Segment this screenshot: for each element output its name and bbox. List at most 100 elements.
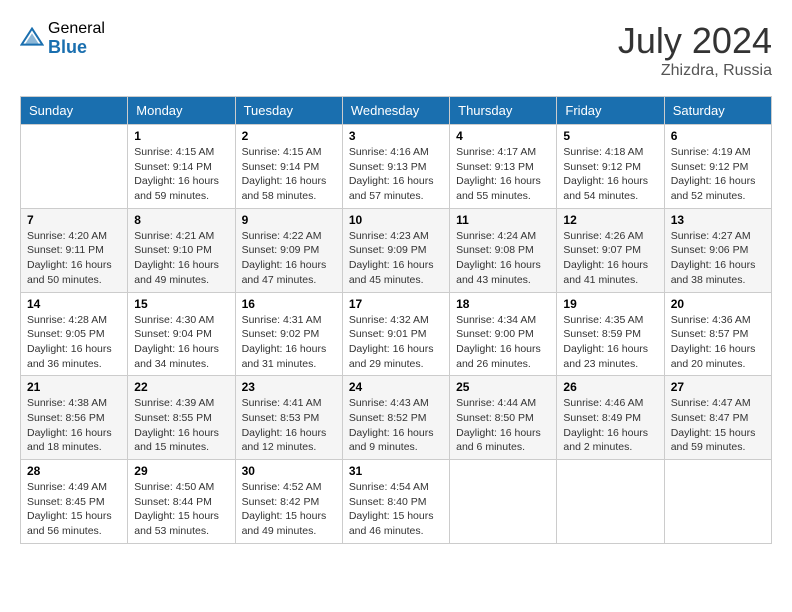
weekday-header: Friday — [557, 97, 664, 125]
calendar-cell: 23 Sunrise: 4:41 AMSunset: 8:53 PMDayligh… — [235, 376, 342, 460]
day-number: 6 — [671, 129, 765, 143]
calendar-cell: 25 Sunrise: 4:44 AMSunset: 8:50 PMDayligh… — [450, 376, 557, 460]
day-info: Sunrise: 4:26 AMSunset: 9:07 PMDaylight:… — [563, 229, 657, 288]
day-info: Sunrise: 4:46 AMSunset: 8:49 PMDaylight:… — [563, 396, 657, 455]
day-info: Sunrise: 4:19 AMSunset: 9:12 PMDaylight:… — [671, 145, 765, 204]
calendar-table: SundayMondayTuesdayWednesdayThursdayFrid… — [20, 96, 772, 544]
calendar-week-row: 7Sunrise: 4:20 AMSunset: 9:11 PMDaylight… — [21, 208, 772, 292]
day-number: 28 — [27, 464, 121, 478]
day-number: 7 — [27, 213, 121, 227]
calendar-week-row: 14 Sunrise: 4:28 AMSunset: 9:05 PMDayligh… — [21, 292, 772, 376]
calendar-cell: 1 Sunrise: 4:15 AMSunset: 9:14 PMDaylight… — [128, 125, 235, 209]
title-block: July 2024 Zhizdra, Russia — [618, 20, 772, 80]
calendar-cell: 31 Sunrise: 4:54 AMSunset: 8:40 PMDayligh… — [342, 460, 449, 544]
day-number: 23 — [242, 380, 336, 394]
calendar-cell: 13 Sunrise: 4:27 AMSunset: 9:06 PMDayligh… — [664, 208, 771, 292]
day-info: Sunrise: 4:35 AMSunset: 8:59 PMDaylight:… — [563, 313, 657, 372]
calendar-cell: 12 Sunrise: 4:26 AMSunset: 9:07 PMDayligh… — [557, 208, 664, 292]
day-info: Sunrise: 4:43 AMSunset: 8:52 PMDaylight:… — [349, 396, 443, 455]
day-number: 14 — [27, 297, 121, 311]
calendar-cell: 20 Sunrise: 4:36 AMSunset: 8:57 PMDayligh… — [664, 292, 771, 376]
day-info: Sunrise: 4:52 AMSunset: 8:42 PMDaylight:… — [242, 480, 336, 539]
calendar-cell: 24 Sunrise: 4:43 AMSunset: 8:52 PMDayligh… — [342, 376, 449, 460]
day-info: Sunrise: 4:54 AMSunset: 8:40 PMDaylight:… — [349, 480, 443, 539]
month-year: July 2024 — [618, 20, 772, 62]
calendar-cell: 3Sunrise: 4:16 AMSunset: 9:13 PMDaylight… — [342, 125, 449, 209]
day-number: 5 — [563, 129, 657, 143]
day-number: 16 — [242, 297, 336, 311]
day-number: 18 — [456, 297, 550, 311]
calendar-week-row: 1 Sunrise: 4:15 AMSunset: 9:14 PMDaylight… — [21, 125, 772, 209]
calendar-cell: 17 Sunrise: 4:32 AMSunset: 9:01 PMDayligh… — [342, 292, 449, 376]
day-number: 19 — [563, 297, 657, 311]
day-number: 3 — [349, 129, 443, 143]
page-header: General Blue July 2024 Zhizdra, Russia — [20, 20, 772, 80]
day-number: 13 — [671, 213, 765, 227]
calendar-cell: 5 Sunrise: 4:18 AMSunset: 9:12 PMDaylight… — [557, 125, 664, 209]
day-info: Sunrise: 4:28 AMSunset: 9:05 PMDaylight:… — [27, 313, 121, 372]
day-number: 9 — [242, 213, 336, 227]
day-info: Sunrise: 4:31 AMSunset: 9:02 PMDaylight:… — [242, 313, 336, 372]
day-number: 4 — [456, 129, 550, 143]
calendar-cell: 11 Sunrise: 4:24 AMSunset: 9:08 PMDayligh… — [450, 208, 557, 292]
day-number: 10 — [349, 213, 443, 227]
day-number: 30 — [242, 464, 336, 478]
day-number: 24 — [349, 380, 443, 394]
calendar-cell: 8 Sunrise: 4:21 AMSunset: 9:10 PMDaylight… — [128, 208, 235, 292]
day-info: Sunrise: 4:23 AMSunset: 9:09 PMDaylight:… — [349, 229, 443, 288]
day-info: Sunrise: 4:24 AMSunset: 9:08 PMDaylight:… — [456, 229, 550, 288]
day-number: 12 — [563, 213, 657, 227]
day-info: Sunrise: 4:41 AMSunset: 8:53 PMDaylight:… — [242, 396, 336, 455]
calendar-cell: 9 Sunrise: 4:22 AMSunset: 9:09 PMDaylight… — [235, 208, 342, 292]
day-number: 17 — [349, 297, 443, 311]
day-info: Sunrise: 4:30 AMSunset: 9:04 PMDaylight:… — [134, 313, 228, 372]
day-info: Sunrise: 4:32 AMSunset: 9:01 PMDaylight:… — [349, 313, 443, 372]
logo-blue: Blue — [48, 38, 105, 58]
calendar-cell: 29Sunrise: 4:50 AMSunset: 8:44 PMDayligh… — [128, 460, 235, 544]
weekday-header: Sunday — [21, 97, 128, 125]
day-number: 27 — [671, 380, 765, 394]
day-number: 8 — [134, 213, 228, 227]
day-info: Sunrise: 4:15 AMSunset: 9:14 PMDaylight:… — [134, 145, 228, 204]
calendar-cell: 4Sunrise: 4:17 AMSunset: 9:13 PMDaylight… — [450, 125, 557, 209]
calendar-cell: 6 Sunrise: 4:19 AMSunset: 9:12 PMDaylight… — [664, 125, 771, 209]
calendar-cell: 10 Sunrise: 4:23 AMSunset: 9:09 PMDayligh… — [342, 208, 449, 292]
calendar-cell: 18Sunrise: 4:34 AMSunset: 9:00 PMDayligh… — [450, 292, 557, 376]
day-info: Sunrise: 4:18 AMSunset: 9:12 PMDaylight:… — [563, 145, 657, 204]
day-info: Sunrise: 4:36 AMSunset: 8:57 PMDaylight:… — [671, 313, 765, 372]
calendar-cell: 7Sunrise: 4:20 AMSunset: 9:11 PMDaylight… — [21, 208, 128, 292]
day-info: Sunrise: 4:39 AMSunset: 8:55 PMDaylight:… — [134, 396, 228, 455]
logo: General Blue — [20, 20, 105, 57]
calendar-cell: 14 Sunrise: 4:28 AMSunset: 9:05 PMDayligh… — [21, 292, 128, 376]
logo-icon — [20, 27, 44, 51]
day-info: Sunrise: 4:50 AMSunset: 8:44 PMDaylight:… — [134, 480, 228, 539]
calendar-cell: 28Sunrise: 4:49 AMSunset: 8:45 PMDayligh… — [21, 460, 128, 544]
day-info: Sunrise: 4:15 AMSunset: 9:14 PMDaylight:… — [242, 145, 336, 204]
calendar-cell — [450, 460, 557, 544]
weekday-header: Wednesday — [342, 97, 449, 125]
logo-general: General — [48, 20, 105, 38]
location: Zhizdra, Russia — [618, 62, 772, 80]
day-number: 2 — [242, 129, 336, 143]
day-info: Sunrise: 4:47 AMSunset: 8:47 PMDaylight:… — [671, 396, 765, 455]
weekday-header: Thursday — [450, 97, 557, 125]
weekday-header-row: SundayMondayTuesdayWednesdayThursdayFrid… — [21, 97, 772, 125]
day-number: 1 — [134, 129, 228, 143]
day-number: 20 — [671, 297, 765, 311]
day-info: Sunrise: 4:44 AMSunset: 8:50 PMDaylight:… — [456, 396, 550, 455]
logo-text: General Blue — [48, 20, 105, 57]
day-number: 31 — [349, 464, 443, 478]
day-info: Sunrise: 4:27 AMSunset: 9:06 PMDaylight:… — [671, 229, 765, 288]
weekday-header: Saturday — [664, 97, 771, 125]
calendar-cell: 15Sunrise: 4:30 AMSunset: 9:04 PMDayligh… — [128, 292, 235, 376]
day-info: Sunrise: 4:22 AMSunset: 9:09 PMDaylight:… — [242, 229, 336, 288]
calendar-cell — [557, 460, 664, 544]
day-number: 25 — [456, 380, 550, 394]
calendar-week-row: 28Sunrise: 4:49 AMSunset: 8:45 PMDayligh… — [21, 460, 772, 544]
day-number: 26 — [563, 380, 657, 394]
calendar-cell: 16 Sunrise: 4:31 AMSunset: 9:02 PMDayligh… — [235, 292, 342, 376]
day-info: Sunrise: 4:21 AMSunset: 9:10 PMDaylight:… — [134, 229, 228, 288]
calendar-cell: 30 Sunrise: 4:52 AMSunset: 8:42 PMDayligh… — [235, 460, 342, 544]
day-number: 21 — [27, 380, 121, 394]
day-number: 11 — [456, 213, 550, 227]
